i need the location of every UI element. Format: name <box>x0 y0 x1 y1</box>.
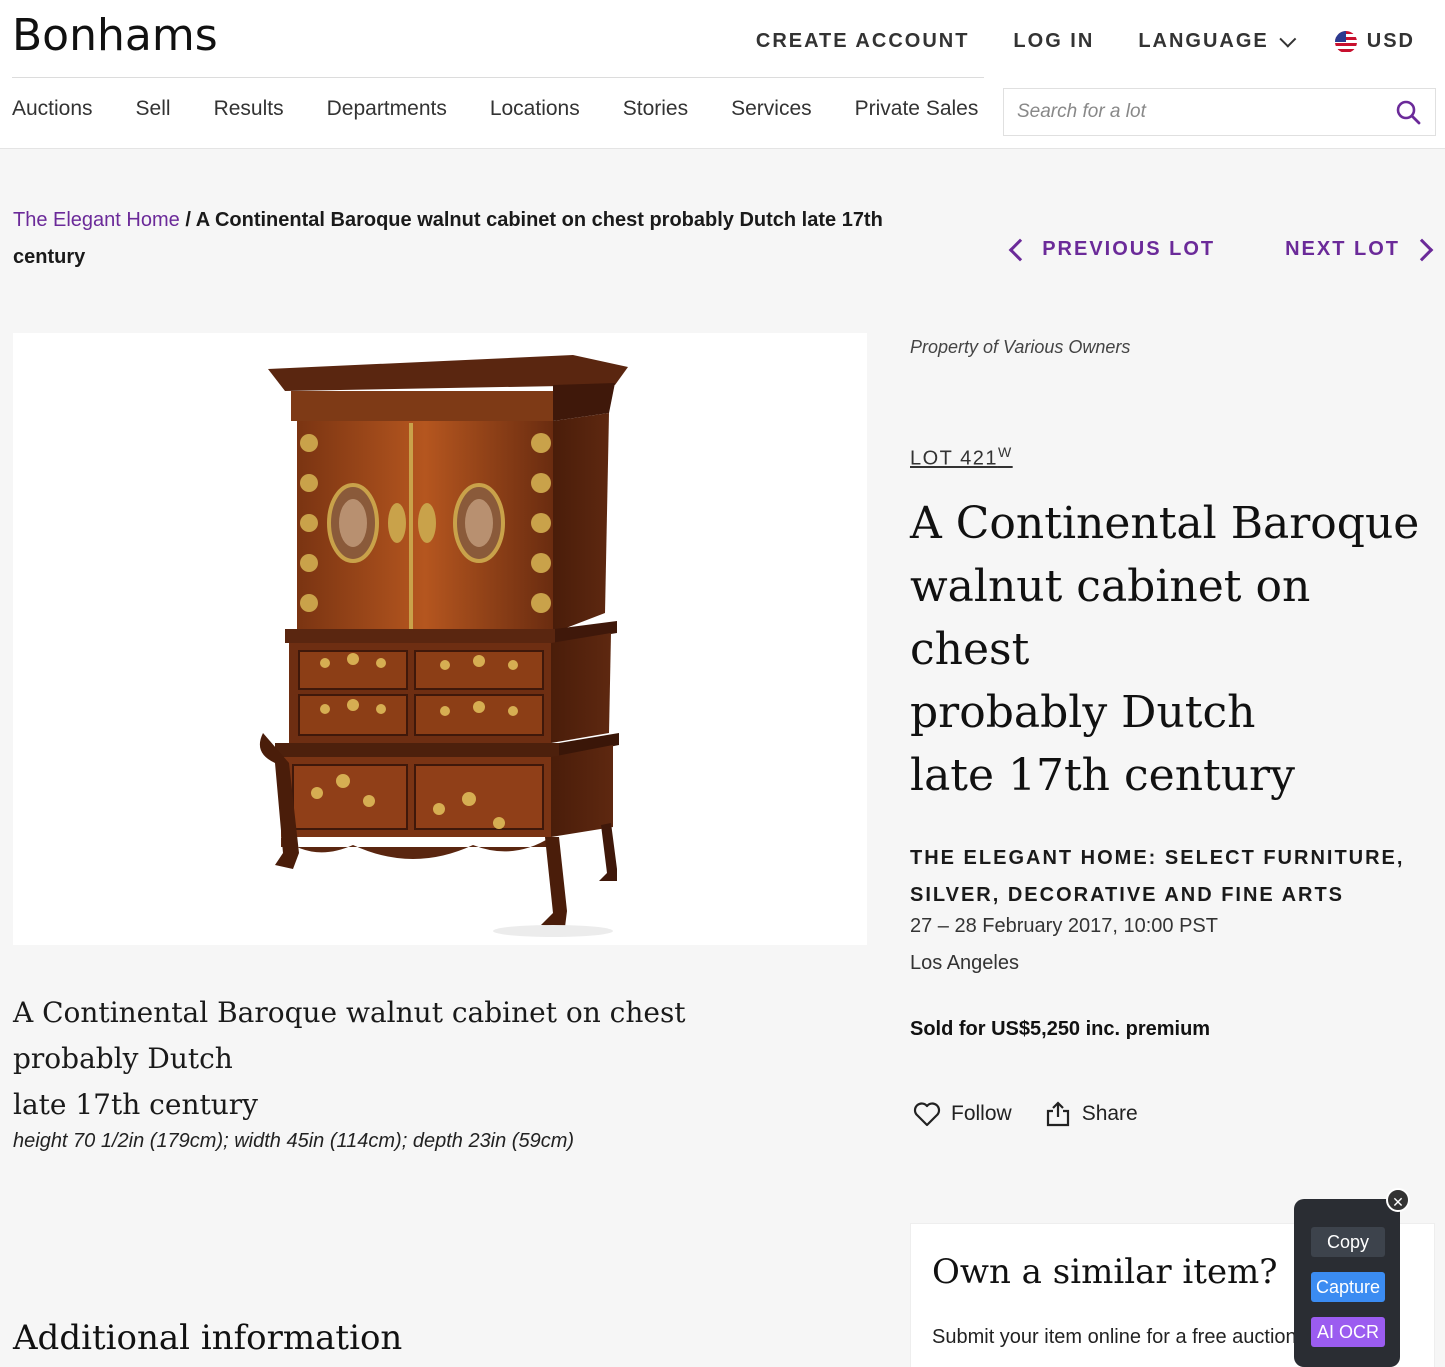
us-flag-icon <box>1334 30 1357 53</box>
chevron-left-icon <box>1008 238 1032 261</box>
nav-item-services[interactable]: Services <box>731 97 812 121</box>
search-input[interactable] <box>1004 89 1374 135</box>
sale-date: 27 – 28 February 2017, 10:00 PST <box>910 915 1218 937</box>
currency-label: USD <box>1366 30 1415 52</box>
breadcrumb-link-elegant-home[interactable]: The Elegant Home <box>13 209 180 231</box>
heart-icon <box>913 1102 941 1127</box>
title-line: A Continental Baroque <box>910 498 1420 549</box>
log-in-link[interactable]: LOG IN <box>1013 30 1094 53</box>
sold-price: Sold for US$5,250 inc. premium <box>910 1018 1211 1040</box>
title-line: late 17th century <box>910 750 1295 801</box>
lot-actions: Follow Share <box>913 1100 1138 1128</box>
top-links: CREATE ACCOUNT LOG IN LANGUAGE USD <box>756 30 1415 53</box>
follow-label: Follow <box>951 1102 1012 1125</box>
sale-location: Los Angeles <box>910 952 1019 974</box>
share-label: Share <box>1081 1102 1138 1125</box>
currency-selector[interactable]: USD <box>1334 30 1415 53</box>
capture-button[interactable]: Capture <box>1311 1272 1385 1302</box>
share-icon <box>1046 1101 1069 1127</box>
search-box <box>1003 88 1436 136</box>
previous-lot-label: PREVIOUS LOT <box>1042 238 1216 260</box>
nav-item-auctions[interactable]: Auctions <box>12 97 93 121</box>
nav-item-private-sales[interactable]: Private Sales <box>855 97 979 121</box>
similar-item-text: Submit your item online for a free aucti… <box>932 1326 1297 1348</box>
sale-name-link[interactable]: THE ELEGANT HOME: SELECT FURNITURE, SILV… <box>910 840 1410 914</box>
copy-button[interactable]: Copy <box>1311 1227 1385 1257</box>
lot-number-text: LOT 421 <box>910 447 998 470</box>
ai-ocr-button[interactable]: AI OCR <box>1311 1317 1385 1347</box>
title-line: chest <box>910 624 1030 675</box>
search-icon[interactable] <box>1395 99 1421 125</box>
close-icon[interactable]: ✕ <box>1386 1188 1410 1212</box>
breadcrumb-separator: / <box>179 209 196 231</box>
nav-item-departments[interactable]: Departments <box>327 97 447 121</box>
property-owners: Property of Various Owners <box>910 337 1131 357</box>
chevron-down-icon <box>1279 30 1297 48</box>
similar-item-heading: Own a similar item? <box>932 1252 1278 1292</box>
lot-navigation: PREVIOUS LOT NEXT LOT <box>1008 238 1434 261</box>
language-dropdown[interactable]: LANGUAGE <box>1138 30 1297 53</box>
site-header: Bonhams CREATE ACCOUNT LOG IN LANGUAGE U… <box>0 0 1445 149</box>
lot-caption: A Continental Baroque walnut cabinet on … <box>13 990 853 1128</box>
next-lot-label: NEXT LOT <box>1285 238 1400 260</box>
create-account-link[interactable]: CREATE ACCOUNT <box>756 30 970 53</box>
breadcrumb: The Elegant Home / A Continental Baroque… <box>13 202 883 276</box>
lot-dimensions: height 70 1/2in (179cm); width 45in (114… <box>13 1130 575 1152</box>
lot-number-superscript: W <box>997 444 1013 460</box>
title-line: walnut cabinet on <box>910 561 1311 612</box>
caption-line: A Continental Baroque walnut cabinet on … <box>13 996 686 1029</box>
follow-button[interactable]: Follow <box>913 1101 1012 1127</box>
caption-line: late 17th century <box>13 1088 258 1121</box>
main-nav: Auctions Sell Results Departments Locati… <box>12 97 978 121</box>
nav-item-locations[interactable]: Locations <box>490 97 580 121</box>
nav-item-stories[interactable]: Stories <box>623 97 688 121</box>
lot-image[interactable] <box>13 333 867 945</box>
title-line: probably Dutch <box>910 687 1256 738</box>
header-divider <box>12 77 984 78</box>
caption-line: probably Dutch <box>13 1042 233 1075</box>
additional-info-heading: Additional information <box>13 1318 403 1358</box>
lot-title: A Continental Baroque walnut cabinet on … <box>910 492 1435 807</box>
nav-item-sell[interactable]: Sell <box>136 97 171 121</box>
ocr-popup: Copy Capture AI OCR <box>1294 1199 1400 1367</box>
previous-lot-link[interactable]: PREVIOUS LOT <box>1008 238 1216 261</box>
nav-item-results[interactable]: Results <box>214 97 284 121</box>
lot-number[interactable]: LOT 421W <box>910 444 1013 471</box>
cabinet-illustration <box>259 355 628 937</box>
share-button[interactable]: Share <box>1044 1100 1138 1128</box>
language-label: LANGUAGE <box>1138 30 1269 52</box>
chevron-right-icon <box>1410 238 1434 261</box>
next-lot-link[interactable]: NEXT LOT <box>1285 238 1434 261</box>
bonhams-logo[interactable]: Bonhams <box>12 10 218 61</box>
